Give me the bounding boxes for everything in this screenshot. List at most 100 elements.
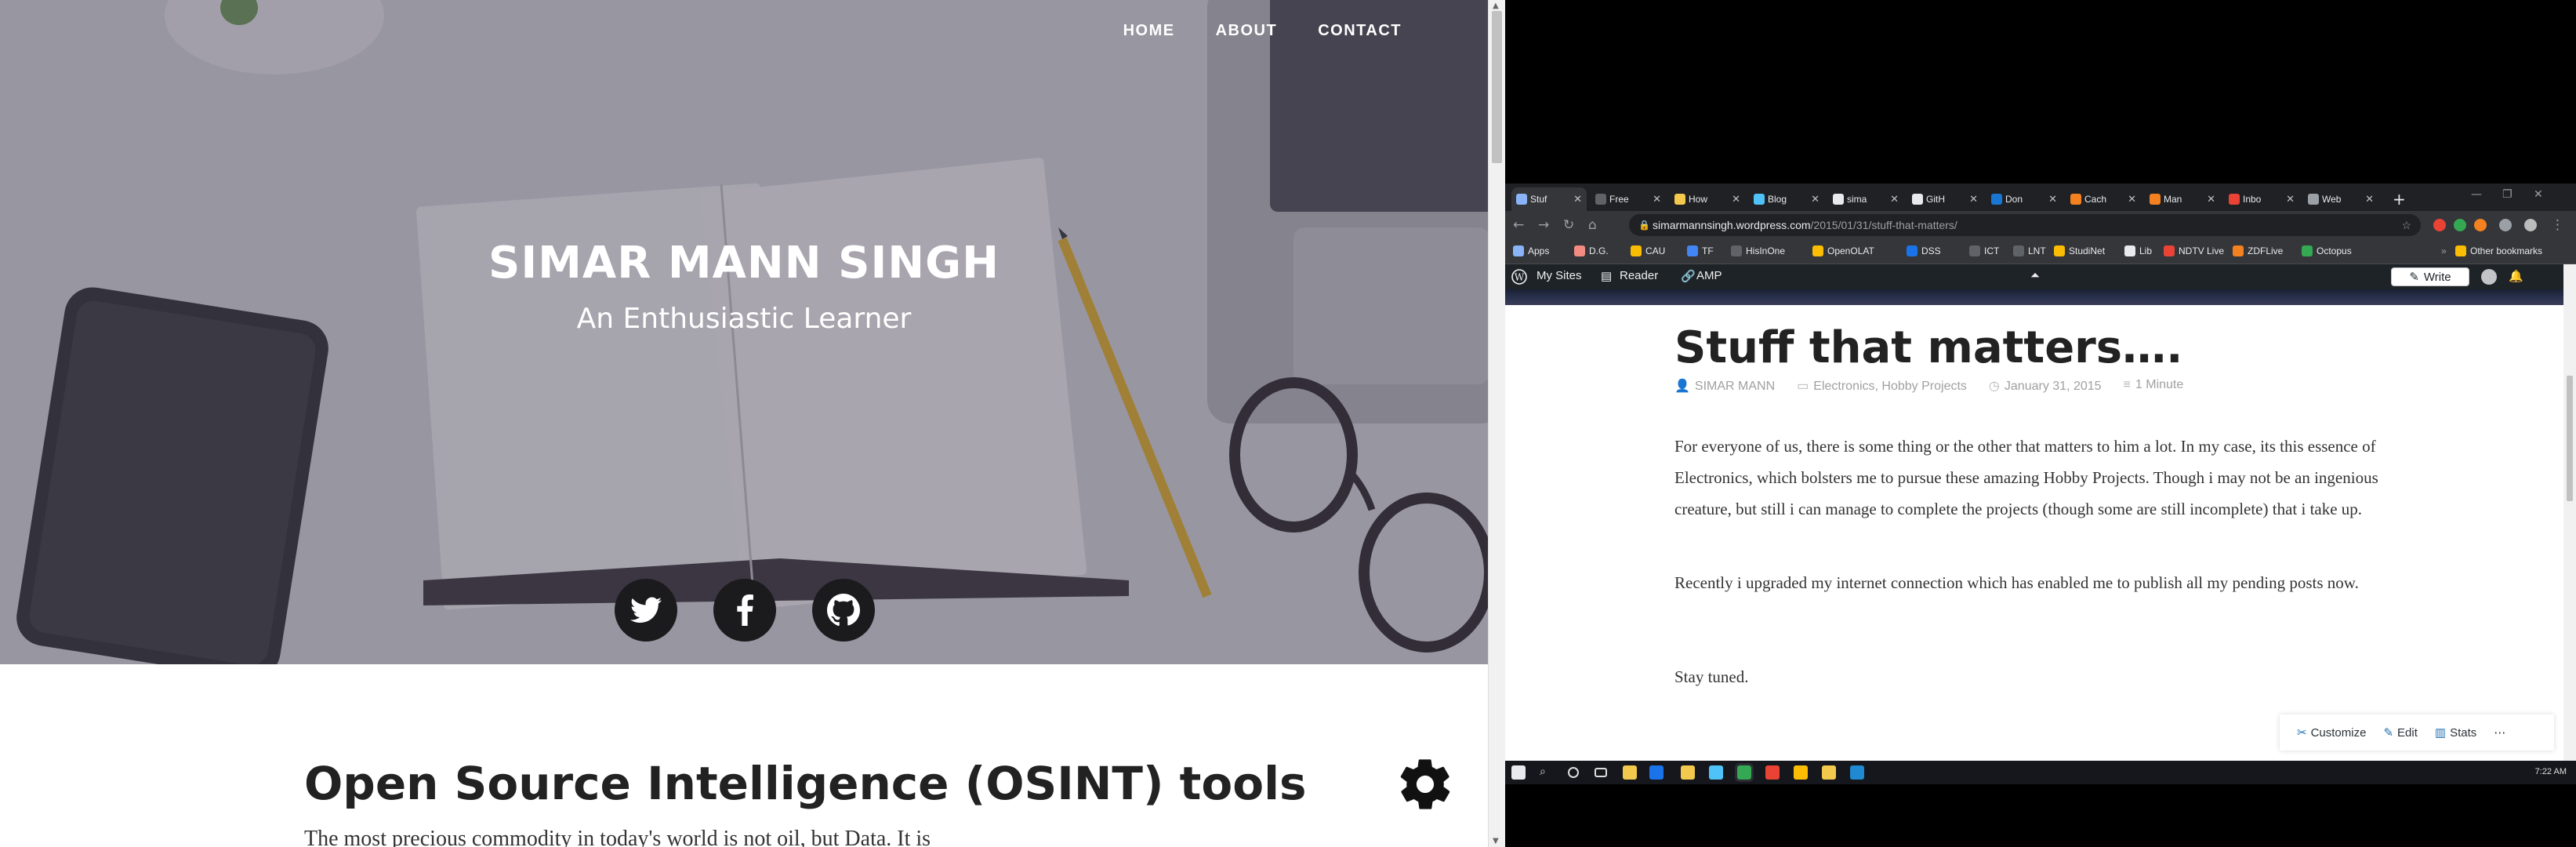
browser-tab[interactable]: Don ✕	[1986, 187, 2062, 211]
app-icon[interactable]	[1822, 765, 1836, 780]
browser-scrollbar[interactable]	[2563, 264, 2576, 761]
browser-tab[interactable]: How ✕	[1670, 187, 1745, 211]
search-icon[interactable]: ⌕	[1540, 765, 1554, 780]
app-icon[interactable]	[1709, 765, 1723, 780]
browser-tab[interactable]: Man ✕	[2145, 187, 2220, 211]
gear-icon[interactable]	[1395, 754, 1455, 814]
user-avatar[interactable]	[2481, 269, 2497, 285]
tab-close-icon[interactable]: ✕	[1732, 193, 1740, 205]
file-explorer-icon[interactable]	[1681, 765, 1695, 780]
more-icon[interactable]: ⋯	[2494, 725, 2505, 740]
date-link[interactable]: January 31, 2015	[2005, 380, 2102, 393]
bookmark-item[interactable]: ICT	[1969, 245, 1999, 256]
address-bar[interactable]: 🔒 simarmannsingh.wordpress.com/2015/01/3…	[1629, 214, 2421, 236]
home-icon[interactable]: ⌂	[1588, 217, 1597, 233]
tab-close-icon[interactable]: ✕	[1969, 193, 1978, 205]
bookmark-label: Lib	[2139, 245, 2153, 256]
write-button[interactable]: ✎ Write	[2391, 267, 2469, 286]
collapse-arrow-icon[interactable]: ⏶	[2030, 269, 2040, 282]
edit-button[interactable]: ✎ Edit	[2383, 725, 2417, 740]
my-sites-link[interactable]: My Sites	[1537, 269, 1582, 282]
extension-red-icon[interactable]	[2433, 219, 2446, 231]
drive-icon[interactable]	[1794, 765, 1808, 780]
bookmark-item[interactable]: DSS	[1907, 245, 1941, 256]
chrome-icon[interactable]	[1735, 763, 1754, 782]
categories-link[interactable]: Electronics, Hobby Projects	[1813, 380, 1967, 393]
profile-avatar[interactable]	[2524, 219, 2537, 231]
post-title[interactable]: Open Source Intelligence (OSINT) tools	[304, 757, 1307, 810]
scrollbar-thumb[interactable]	[1492, 11, 1502, 163]
stats-button[interactable]: ▥ Stats	[2435, 725, 2476, 740]
bookmark-item[interactable]: Octopus	[2302, 245, 2352, 256]
nav-home-link[interactable]: HOME	[1123, 22, 1175, 40]
github-button[interactable]	[812, 579, 875, 642]
browser-tab[interactable]: Inbo ✕	[2224, 187, 2299, 211]
app-icon[interactable]	[1649, 765, 1664, 780]
wordpress-logo-icon[interactable]: W	[1511, 269, 1527, 285]
tab-close-icon[interactable]: ✕	[2286, 193, 2295, 205]
bookmark-item[interactable]: D.G.	[1574, 245, 1609, 256]
tab-close-icon[interactable]: ✕	[2207, 193, 2215, 205]
author-link[interactable]: SIMAR MANN	[1695, 380, 1775, 393]
reader-link[interactable]: Reader	[1620, 269, 1658, 282]
bookmark-item[interactable]: CAU	[1631, 245, 1665, 256]
cortana-icon[interactable]	[1568, 767, 1579, 778]
scroll-up-arrow-icon[interactable]: ▲	[1493, 2, 1499, 10]
bookmark-item[interactable]: StudiNet	[2054, 245, 2105, 256]
start-icon[interactable]	[1511, 765, 1526, 780]
sticky-notes-icon[interactable]	[1623, 765, 1637, 780]
amp-link[interactable]: AMP	[1696, 269, 1722, 282]
tab-close-icon[interactable]: ✕	[2048, 193, 2057, 205]
nav-about-link[interactable]: ABOUT	[1216, 22, 1278, 40]
page-scrollbar[interactable]: ▲ ▼	[1488, 0, 1505, 847]
browser-tab[interactable]: Free ✕	[1591, 187, 1666, 211]
bookmark-item[interactable]: ZDFLive	[2233, 245, 2283, 256]
vscode-icon[interactable]	[1850, 765, 1864, 780]
bookmark-star-icon[interactable]: ☆	[2401, 214, 2411, 236]
forward-icon[interactable]: →	[1538, 217, 1549, 233]
tab-close-icon[interactable]: ✕	[2365, 193, 2374, 205]
facebook-button[interactable]	[713, 579, 776, 642]
task-view-icon[interactable]	[1595, 768, 1607, 777]
bookmark-item[interactable]: Apps	[1513, 245, 1549, 256]
back-icon[interactable]: ←	[1513, 217, 1524, 233]
extension-green-icon[interactable]	[2454, 219, 2466, 231]
reader-icon[interactable]: ▤	[1601, 269, 1612, 283]
nav-contact-link[interactable]: CONTACT	[1318, 22, 1402, 40]
extension-grey-icon[interactable]	[2499, 219, 2512, 231]
browser-tab[interactable]: GitH ✕	[1907, 187, 1983, 211]
tab-close-icon[interactable]: ✕	[1890, 193, 1899, 205]
notifications-bell-icon[interactable]: 🔔	[2509, 269, 2523, 283]
site-title[interactable]: SIMAR MANN SINGH	[0, 238, 1488, 289]
browser-tab[interactable]: Blog ✕	[1749, 187, 1824, 211]
maximize-icon[interactable]: ❐	[2502, 188, 2513, 201]
other-bookmarks[interactable]: Other bookmarks	[2455, 245, 2542, 256]
tab-close-icon[interactable]: ✕	[1573, 193, 1582, 205]
tab-close-icon[interactable]: ✕	[2128, 193, 2136, 205]
reload-icon[interactable]: ↻	[1563, 217, 1574, 233]
close-window-icon[interactable]: ✕	[2534, 188, 2543, 201]
extension-orange-icon[interactable]	[2474, 219, 2487, 231]
menu-kebab-icon[interactable]: ⋮	[2551, 217, 2564, 233]
browser-tab[interactable]: Cach ✕	[2066, 187, 2141, 211]
minimize-icon[interactable]: —	[2471, 188, 2482, 201]
bookmark-item[interactable]: Lib	[2124, 245, 2152, 256]
customize-button[interactable]: ✂ Customize	[2297, 725, 2366, 740]
browser-tab[interactable]: Stuf ✕	[1511, 187, 1587, 211]
twitter-button[interactable]	[615, 579, 677, 642]
app-icon[interactable]	[1765, 765, 1780, 780]
tab-close-icon[interactable]: ✕	[1811, 193, 1820, 205]
bookmark-item[interactable]: LNT	[2013, 245, 2046, 256]
bookmark-item[interactable]: TF	[1687, 245, 1714, 256]
browser-tab[interactable]: sima ✕	[1828, 187, 1903, 211]
bookmark-item[interactable]: NDTV Live	[2164, 245, 2224, 256]
scroll-down-arrow-icon[interactable]: ▼	[1493, 837, 1499, 845]
bookmark-item[interactable]: HisInOne	[1731, 245, 1785, 256]
browser-tab[interactable]: Web ✕	[2303, 187, 2378, 211]
new-tab-button[interactable]: +	[2393, 190, 2406, 209]
scrollbar-thumb[interactable]	[2567, 376, 2573, 501]
bookmark-item[interactable]: OpenOLAT	[1812, 245, 1874, 256]
bookmarks-overflow-icon[interactable]: »	[2441, 245, 2447, 256]
tab-close-icon[interactable]: ✕	[1653, 193, 1661, 205]
article-title[interactable]: Stuff that matters….	[1674, 322, 2182, 373]
